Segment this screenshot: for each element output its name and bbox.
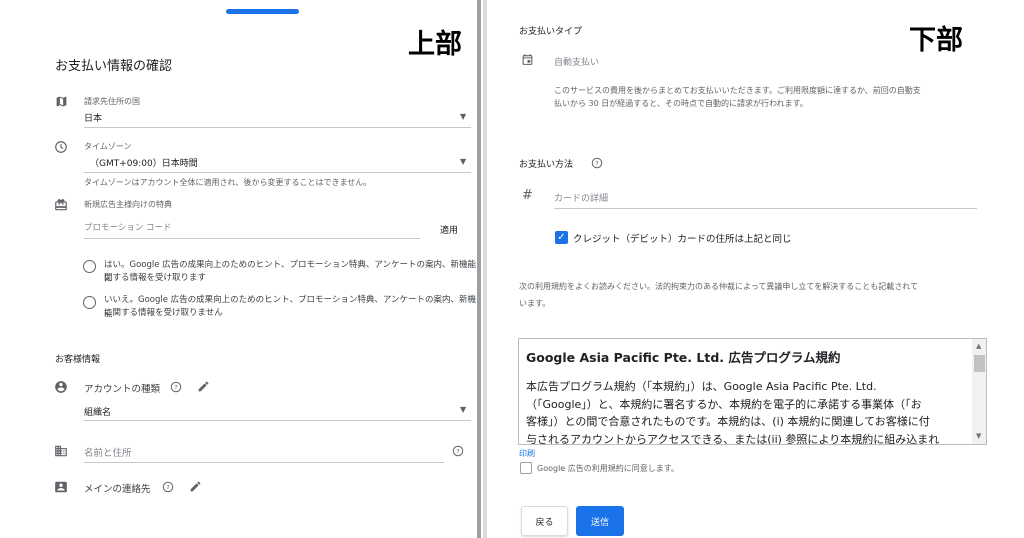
auto-payment-option[interactable]: 自動支払い (554, 55, 599, 68)
scroll-down-arrow[interactable]: ▼ (976, 432, 981, 440)
promo-label: 新規広告主様向けの特典 (84, 200, 172, 209)
upper-section-label: 上部 (408, 29, 462, 60)
radio-no-line2: に関する情報を受け取りません (104, 308, 223, 318)
lower-section-label: 下部 (909, 25, 963, 56)
svg-text:?: ? (174, 383, 177, 391)
terms-body: 本広告プログラム規約（「本規約」）は、Google Asia Pacific P… (526, 378, 971, 445)
name-address-underline (84, 462, 444, 463)
page-title: お支払い情報の確認 (55, 59, 173, 74)
apply-promo-button[interactable]: 適用 (440, 223, 458, 236)
main-contact-help-icon[interactable]: ? (161, 480, 174, 493)
map-icon (53, 93, 69, 109)
edit-pencil-icon[interactable] (196, 379, 210, 393)
agree-terms-checkbox[interactable] (520, 462, 532, 474)
timezone-help-text: タイムゾーンはアカウント全体に適用され、後から変更することはできません。 (84, 178, 372, 187)
agree-terms-label: Google 広告の利用規約に同意します。 (537, 464, 679, 473)
terms-scrollbar[interactable]: ▲ ▼ (972, 339, 986, 444)
account-circle-icon (53, 379, 69, 395)
contact-card-icon (53, 479, 69, 495)
main-contact-label: メインの連絡先 (84, 484, 151, 495)
hash-icon: # (522, 188, 533, 203)
submit-button[interactable]: 送信 (576, 506, 624, 536)
promo-code-underline (84, 238, 420, 239)
account-type-label: アカウントの種類 (84, 384, 161, 395)
terms-line: （「Google」）と、本規約に署名するか、本規約を電子的に承諾する事業体（「お (526, 397, 922, 411)
terms-line: 客様」）との間で合意されたものです。本規約は、(i) 本規約に関連してお客様に付 (526, 415, 930, 428)
payment-type-heading: お支払いタイプ (519, 27, 583, 37)
name-address-help-icon[interactable]: ? (451, 444, 464, 457)
terms-line: 本広告プログラム規約（「本規約」）は、Google Asia Pacific P… (526, 380, 877, 393)
timezone-label: タイムゾーン (84, 142, 132, 151)
building-icon (53, 443, 69, 459)
calendar-icon (520, 52, 534, 66)
pane-divider (477, 0, 481, 538)
back-button[interactable]: 戻る (521, 506, 568, 536)
auto-payment-desc-line1: このサービスの費用を後からまとめてお支払いいただきます。ご利用限度額に達するか、… (554, 86, 921, 95)
upper-section-pane: 上部 お支払い情報の確認 請求先住所の国 日本 ▼ タイムゾーン （GMT+09… (0, 0, 477, 538)
billing-country-select[interactable] (84, 127, 471, 128)
timezone-dropdown-caret[interactable]: ▼ (460, 157, 466, 166)
loading-progress-bar (226, 9, 299, 14)
terms-notice-line2: います。 (519, 299, 551, 308)
lower-section-pane: 下部 お支払いタイプ 自動支払い このサービスの費用を後からまとめてお支払いいた… (487, 0, 1024, 538)
print-link[interactable]: 印刷 (519, 448, 535, 459)
name-address-input[interactable]: 名前と住所 (84, 445, 132, 459)
timezone-select[interactable] (84, 172, 471, 173)
terms-title: Google Asia Pacific Pte. Ltd. 広告プログラム規約 (526, 350, 841, 365)
same-address-checkbox[interactable]: ✓ (555, 231, 568, 244)
payment-method-heading: お支払い方法 (519, 160, 574, 170)
svg-text:?: ? (595, 159, 598, 167)
terms-scroll-box[interactable]: Google Asia Pacific Pte. Ltd. 広告プログラム規約 … (518, 338, 987, 445)
same-address-label: クレジット（デビット）カードの住所は上記と同じ (573, 234, 792, 245)
timezone-value: （GMT+09:00）日本時間 (90, 159, 198, 169)
account-type-select[interactable] (84, 420, 471, 421)
svg-text:?: ? (166, 483, 169, 491)
payment-method-help-icon[interactable]: ? (590, 156, 603, 169)
auto-payment-desc-line2: 払いから 30 日が経過すると、その時点で自動的に請求が行われます。 (554, 99, 808, 108)
clock-icon (53, 139, 69, 155)
radio-yes-line2: 関する情報を受け取ります (104, 273, 207, 283)
scroll-thumb[interactable] (974, 355, 985, 372)
help-circle-icon[interactable]: ? (169, 380, 182, 393)
promo-code-input[interactable]: プロモーション コード (84, 221, 172, 233)
billing-country-dropdown-caret[interactable]: ▼ (460, 112, 466, 121)
radio-no[interactable] (83, 296, 96, 309)
billing-country-label: 請求先住所の国 (84, 97, 140, 106)
card-details-input[interactable]: カードの詳細 (554, 191, 608, 204)
terms-line: 与されるアカウントからアクセスできる、または(ii) 参照により本規約に組み込ま… (526, 432, 940, 445)
account-type-value: 組織名 (84, 408, 112, 418)
gift-icon (53, 197, 69, 213)
billing-country-value: 日本 (84, 114, 103, 124)
terms-notice-line1: 次の利用規約をよくお読みください。法的拘束力のある仲裁によって異議申し立てを解決… (519, 282, 918, 291)
scroll-up-arrow[interactable]: ▲ (976, 342, 981, 350)
main-contact-edit-icon[interactable] (188, 479, 202, 493)
account-type-dropdown-caret[interactable]: ▼ (460, 405, 466, 414)
card-details-underline (554, 208, 977, 209)
svg-text:?: ? (456, 447, 459, 455)
customer-info-heading: お客様情報 (55, 355, 101, 365)
radio-yes[interactable] (83, 260, 96, 273)
